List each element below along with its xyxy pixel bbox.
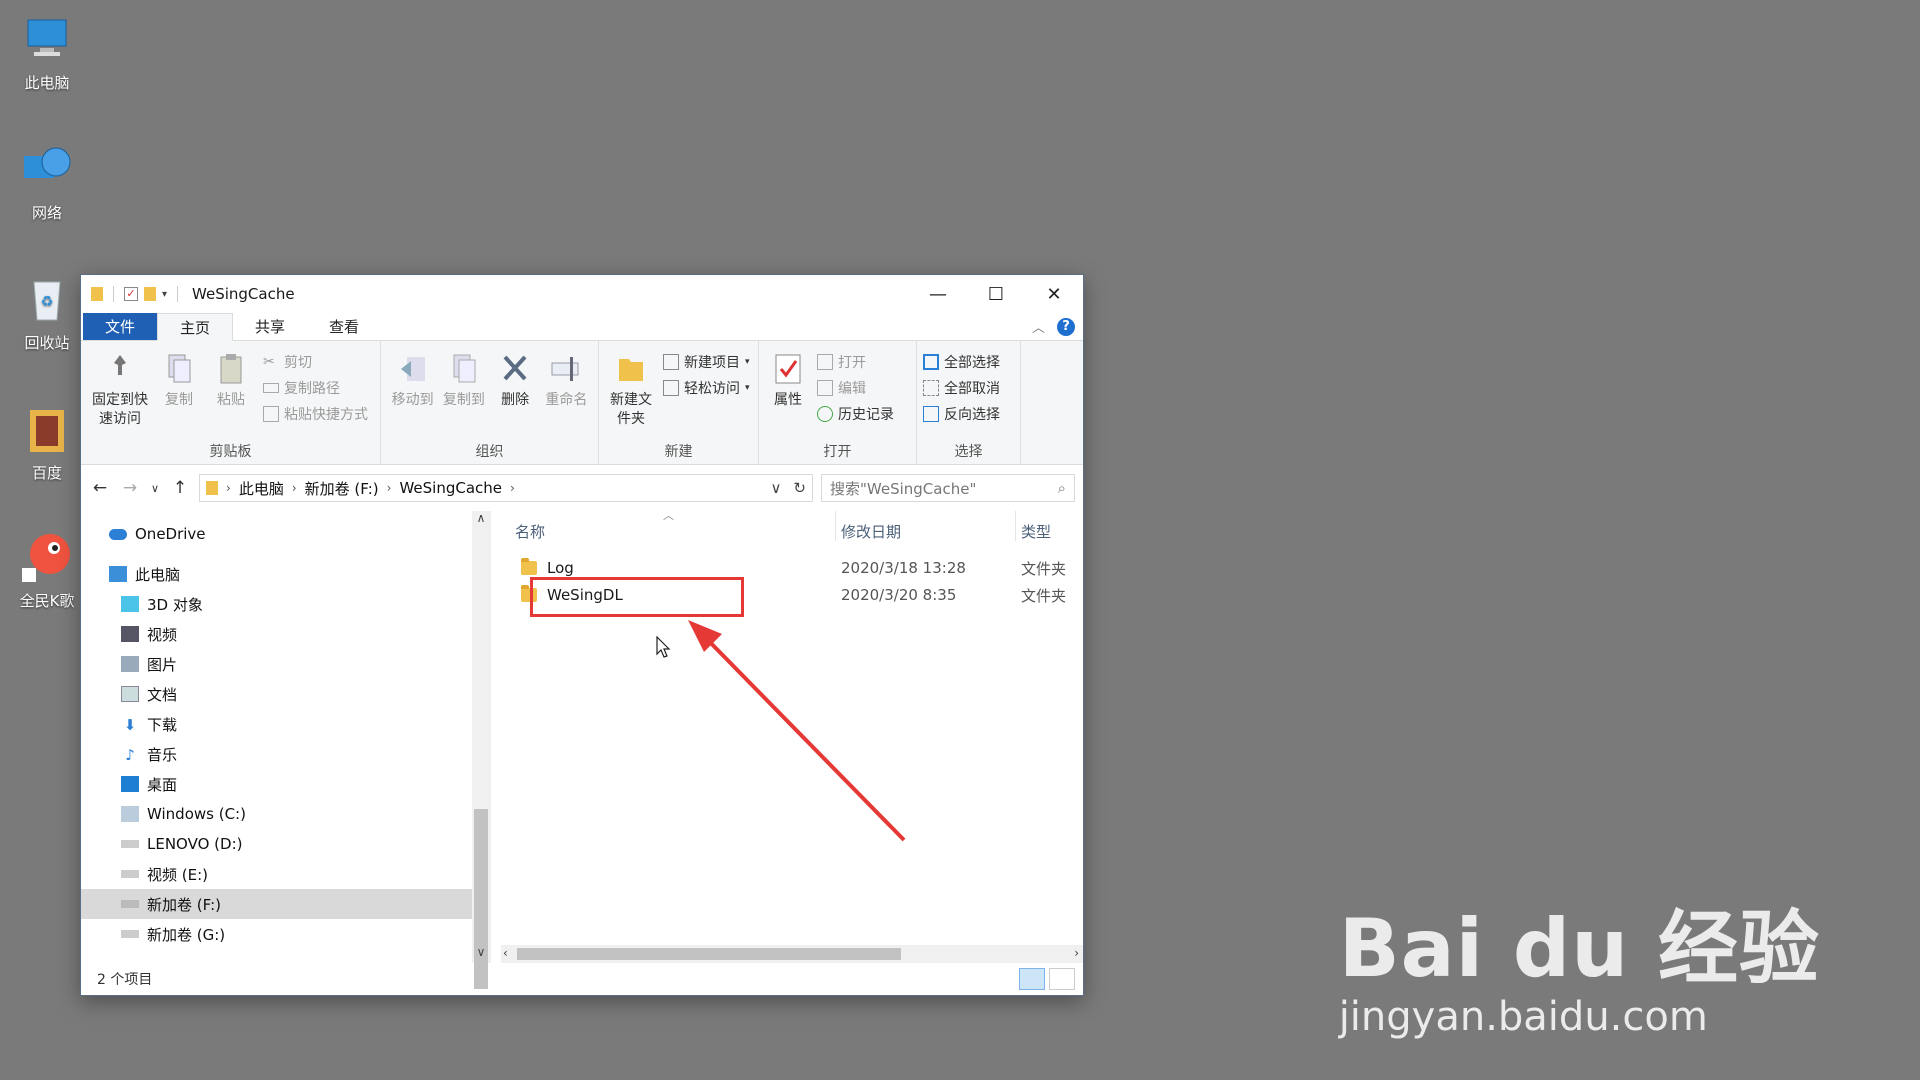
mouse-cursor-icon bbox=[656, 636, 671, 658]
watermark-logo-text: Bai du 经验 bbox=[1338, 902, 1820, 995]
watermark-url: jingyan.baidu.com bbox=[1338, 994, 1708, 1040]
baidu-watermark: Bai du 经验 jingyan.baidu.com bbox=[1339, 884, 1820, 1040]
